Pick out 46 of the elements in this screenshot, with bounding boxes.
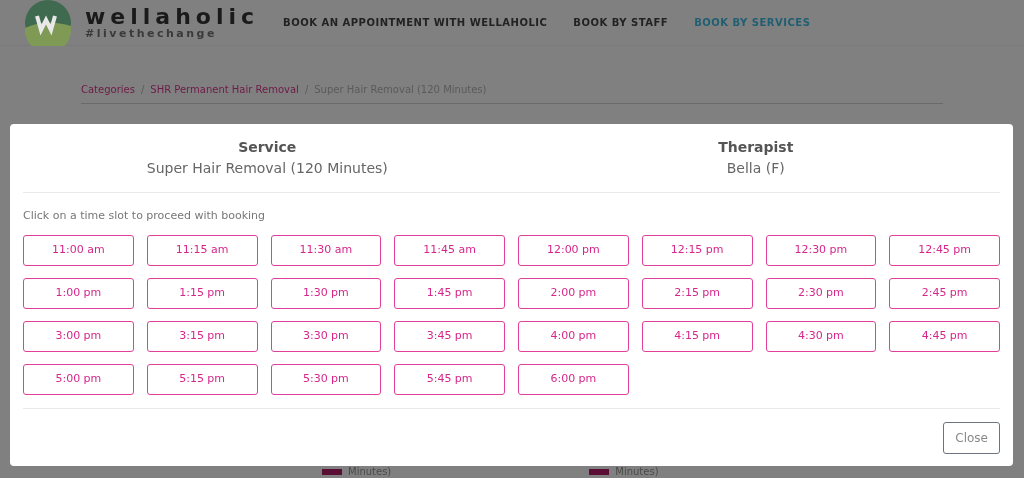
time-slot-button[interactable]: 2:00 pm	[518, 277, 629, 309]
time-slot-button[interactable]: 12:45 pm	[889, 234, 1000, 266]
time-slot-button[interactable]: 1:45 pm	[394, 277, 505, 309]
logo-icon	[25, 0, 71, 46]
time-slot-button[interactable]: 5:15 pm	[146, 363, 258, 395]
time-slot-button[interactable]: 2:45 pm	[889, 277, 1000, 309]
therapist-label: Therapist	[718, 138, 794, 157]
time-slot-button[interactable]: 11:45 am	[394, 234, 505, 266]
breadcrumb-link[interactable]: SHR Permanent Hair Removal	[150, 82, 299, 97]
time-slot-button[interactable]: 3:30 pm	[270, 320, 382, 352]
time-slot-button[interactable]: 4:30 pm	[765, 320, 877, 352]
time-slot-button[interactable]: 3:15 pm	[146, 320, 258, 352]
time-slot-button[interactable]: 6:00 pm	[518, 363, 629, 395]
time-slot-button[interactable]: 12:00 pm	[518, 234, 629, 266]
time-slot-button[interactable]: 11:15 am	[146, 234, 258, 266]
breadcrumb-separator: /	[140, 83, 145, 97]
close-button[interactable]: Close	[943, 421, 1000, 454]
time-slot-button[interactable]: 12:15 pm	[641, 234, 753, 266]
breadcrumb-link[interactable]: Categories	[81, 82, 135, 97]
time-slot-button[interactable]: 2:15 pm	[641, 277, 753, 309]
time-slot-button[interactable]: 4:15 pm	[641, 320, 753, 352]
tile-icon	[589, 469, 610, 475]
nav-link[interactable]: BOOK BY STAFF	[573, 15, 669, 30]
time-slot-button[interactable]: 4:00 pm	[518, 320, 629, 352]
time-slot-button[interactable]: 4:45 pm	[889, 320, 1000, 352]
time-slot-button[interactable]: 3:45 pm	[394, 320, 505, 352]
therapist-name: Bella (F)	[726, 159, 785, 178]
breadcrumb-separator: /	[304, 83, 309, 97]
nav-link[interactable]: BOOK AN APPOINTMENT WITH WELLAHOLIC	[283, 15, 548, 30]
brand-tagline: #livethechange	[85, 28, 218, 39]
time-slot-button[interactable]: 5:00 pm	[23, 363, 134, 395]
tile-icon	[322, 469, 342, 475]
service-name: Super Hair Removal (120 Minutes)	[146, 159, 388, 178]
time-slot-button[interactable]: 5:30 pm	[270, 363, 382, 395]
time-slot-button[interactable]: 11:00 am	[23, 234, 134, 266]
time-slot-button[interactable]: 1:15 pm	[146, 277, 258, 309]
time-slot-button[interactable]: 1:30 pm	[270, 277, 382, 309]
brand-name: wellaholic	[85, 6, 260, 28]
time-slot-button[interactable]: 5:45 pm	[394, 363, 505, 395]
instruction-text: Click on a time slot to proceed with booking	[23, 208, 267, 224]
time-slot-button[interactable]: 1:00 pm	[23, 277, 134, 309]
time-slot-button[interactable]: 3:00 pm	[23, 320, 134, 352]
time-slot-button[interactable]: 12:30 pm	[765, 234, 877, 266]
service-label: Service	[238, 138, 297, 157]
time-slot-button[interactable]: 11:30 am	[270, 234, 382, 266]
time-slot-button[interactable]: 2:30 pm	[765, 277, 877, 309]
